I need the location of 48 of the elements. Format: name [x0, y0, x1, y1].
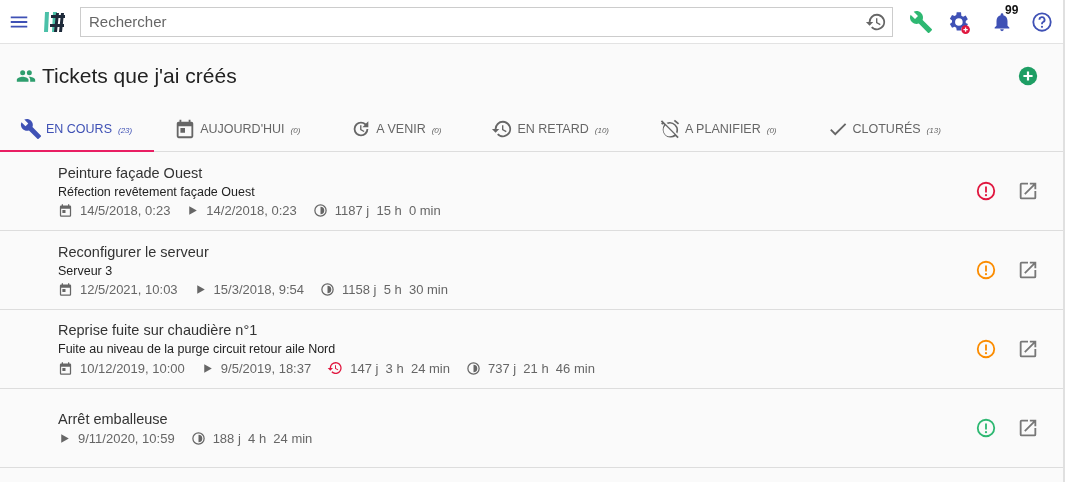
- clock-icon: [190, 430, 206, 446]
- help-icon[interactable]: [1031, 10, 1053, 33]
- page-title: Tickets que j'ai créés: [42, 64, 237, 88]
- ticket-description: Serveur 3: [58, 263, 114, 278]
- ticket-description: Réfection revêtement façade Ouest: [58, 184, 256, 199]
- tab[interactable]: AUJOURD'HUI (0): [154, 108, 331, 152]
- play-icon: [186, 203, 200, 217]
- ticket-meta-text: 14/2/2018, 0:23: [206, 202, 297, 218]
- ticket-meta-text: 188 j 4 h 24 min: [212, 430, 313, 446]
- ticket-meta-text: 737 j 21 h 46 min: [487, 360, 595, 376]
- wrench-icon[interactable]: [909, 9, 933, 34]
- add-icon[interactable]: [1017, 65, 1039, 87]
- open-external-icon[interactable]: [1017, 338, 1039, 360]
- clock-icon: [465, 360, 481, 376]
- notification-count: 99: [1005, 2, 1019, 17]
- ticket-meta-text: 9/11/2020, 10:59: [78, 430, 175, 446]
- clock-icon: [312, 202, 328, 218]
- ticket-meta-text: 9/5/2019, 18:37: [220, 360, 312, 376]
- ticket-meta-text: 1158 j 5 h 30 min: [341, 281, 448, 297]
- clock-icon: [319, 281, 335, 297]
- ticket-meta-text: 1187 j 15 h 0 min: [334, 202, 441, 218]
- ticket-title: Peinture façade Ouest: [58, 164, 204, 181]
- calendar-icon: [58, 360, 73, 376]
- tab[interactable]: EN RETARD (10): [471, 108, 639, 152]
- calendar-icon: [58, 202, 73, 218]
- open-external-icon[interactable]: [1017, 417, 1039, 439]
- tab[interactable]: CLOTURÉS (13): [806, 108, 971, 152]
- ticket-meta-text: 14/5/2018, 0:23: [80, 202, 171, 218]
- ticket-title: Arrêt emballeuse: [58, 410, 169, 427]
- open-external-icon[interactable]: [1017, 259, 1039, 281]
- ticket-meta-text: 15/3/2018, 9:54: [213, 281, 304, 297]
- tab[interactable]: A VENIR (0): [330, 108, 472, 152]
- history-icon: [491, 118, 514, 140]
- ticket-meta-text: 10/12/2019, 10:00: [80, 360, 185, 376]
- history-icon: [327, 360, 344, 376]
- alarm-off-icon: [659, 118, 681, 140]
- tab[interactable]: EN COURS (23): [0, 108, 155, 152]
- wrench-icon: [20, 118, 42, 140]
- ticket-meta-text: 12/5/2021, 10:03: [80, 281, 178, 297]
- play-icon: [58, 431, 71, 445]
- ticket-title: Reconfigurer le serveur: [58, 243, 210, 260]
- open-external-icon[interactable]: [1017, 180, 1039, 202]
- ticket-meta-text: 147 j 3 h 24 min: [350, 360, 450, 376]
- ticket-title: Reprise fuite sur chaudière n°1: [58, 322, 259, 338]
- search-field[interactable]: Rechercher: [80, 6, 893, 37]
- ticket-description: Fuite au niveau de la purge circuit retour aile Nord: [58, 342, 337, 356]
- tab[interactable]: A PLANIFIER (0): [639, 108, 807, 152]
- calendar-icon: [58, 281, 73, 297]
